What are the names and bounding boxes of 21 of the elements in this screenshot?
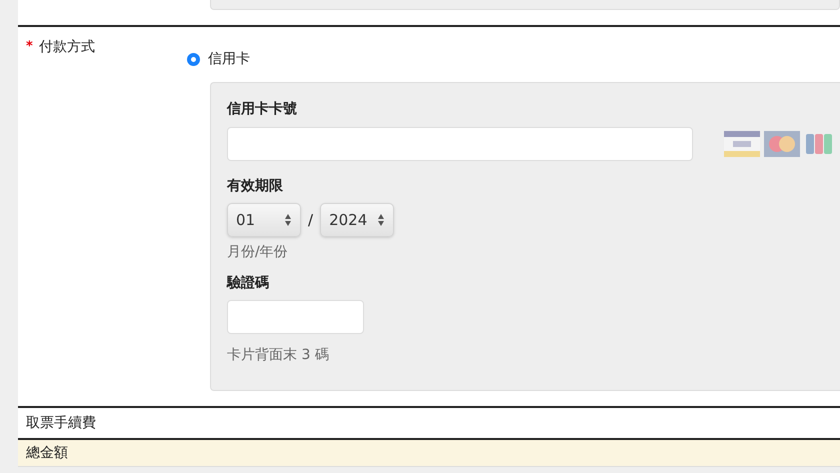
card-icon — [804, 131, 834, 157]
separator: / — [308, 210, 314, 231]
card-icon — [764, 131, 800, 157]
stepper-icon — [284, 213, 292, 227]
stepper-icon — [377, 213, 386, 227]
field-label: 有效期限 — [227, 177, 284, 196]
input-field[interactable] — [227, 300, 364, 334]
hint-text: 卡片背面末 3 碼 — [227, 346, 330, 365]
field-label: 驗證碼 — [227, 274, 270, 293]
row-label: 取票手續費 — [26, 414, 96, 432]
card-icon — [724, 131, 760, 157]
radio-label: 信用卡 — [208, 50, 250, 69]
row-label: 總金額 — [26, 444, 68, 462]
input-field[interactable] — [227, 127, 693, 161]
field-label: 信用卡卡號 — [227, 100, 298, 119]
hint-text: 月份/年份 — [227, 243, 289, 262]
radio-button[interactable] — [187, 53, 200, 66]
field-label: 付款方式 — [38, 38, 95, 57]
year-select[interactable]: 2024 — [320, 203, 394, 237]
month-select[interactable]: 01 — [227, 203, 301, 237]
required-mark: * — [26, 38, 33, 56]
